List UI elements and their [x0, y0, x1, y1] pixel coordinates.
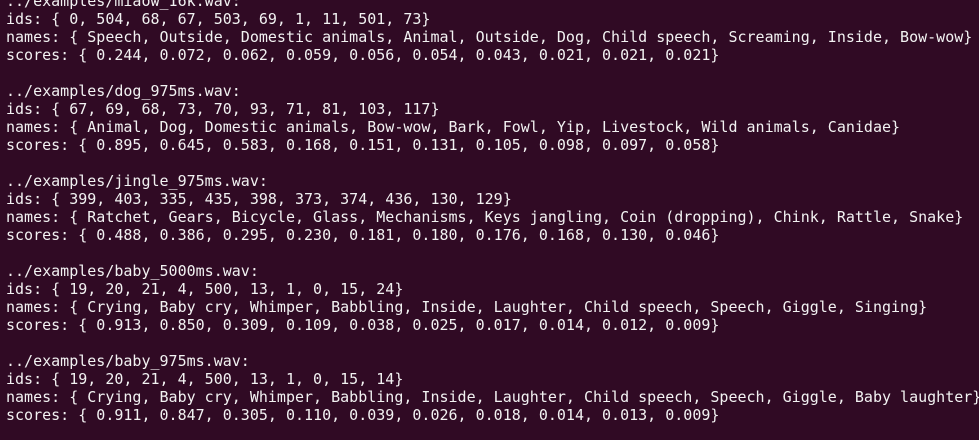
ids-line: ids: { 19, 20, 21, 4, 500, 13, 1, 0, 15,…: [6, 280, 404, 298]
result-block: ../examples/jingle_975ms.wav: ids: { 399…: [6, 172, 979, 244]
file-path-line: ../examples/dog_975ms.wav:: [6, 82, 241, 100]
scores-line: scores: { 0.895, 0.645, 0.583, 0.168, 0.…: [6, 136, 720, 154]
scores-line: scores: { 0.244, 0.072, 0.062, 0.059, 0.…: [6, 46, 720, 64]
ids-line: ids: { 399, 403, 335, 435, 398, 373, 374…: [6, 190, 512, 208]
names-line: names: { Crying, Baby cry, Whimper, Babb…: [6, 388, 979, 406]
ids-line: ids: { 67, 69, 68, 73, 70, 93, 71, 81, 1…: [6, 100, 440, 118]
file-path-line: ../examples/baby_5000ms.wav:: [6, 262, 259, 280]
result-block: ../examples/baby_5000ms.wav: ids: { 19, …: [6, 262, 979, 334]
names-line: names: { Ratchet, Gears, Bicycle, Glass,…: [6, 208, 964, 226]
names-line: names: { Speech, Outside, Domestic anima…: [6, 28, 973, 46]
scores-line: scores: { 0.911, 0.847, 0.305, 0.110, 0.…: [6, 406, 720, 424]
file-path-line: ../examples/baby_975ms.wav:: [6, 352, 250, 370]
file-path-line: ../examples/jingle_975ms.wav:: [6, 172, 268, 190]
ids-line: ids: { 19, 20, 21, 4, 500, 13, 1, 0, 15,…: [6, 370, 404, 388]
scores-line: scores: { 0.913, 0.850, 0.309, 0.109, 0.…: [6, 316, 720, 334]
scores-line: scores: { 0.488, 0.386, 0.295, 0.230, 0.…: [6, 226, 720, 244]
names-line: names: { Animal, Dog, Domestic animals, …: [6, 118, 901, 136]
names-line: names: { Crying, Baby cry, Whimper, Babb…: [6, 298, 928, 316]
result-block: ../examples/baby_975ms.wav: ids: { 19, 2…: [6, 352, 979, 424]
result-block: ../examples/miaow_16k.wav: ids: { 0, 504…: [6, 0, 979, 64]
terminal-output[interactable]: ../examples/miaow_16k.wav: ids: { 0, 504…: [0, 0, 979, 440]
file-path-line: ../examples/miaow_16k.wav:: [6, 0, 241, 10]
ids-line: ids: { 0, 504, 68, 67, 503, 69, 1, 11, 5…: [6, 10, 431, 28]
result-block: ../examples/dog_975ms.wav: ids: { 67, 69…: [6, 82, 979, 154]
